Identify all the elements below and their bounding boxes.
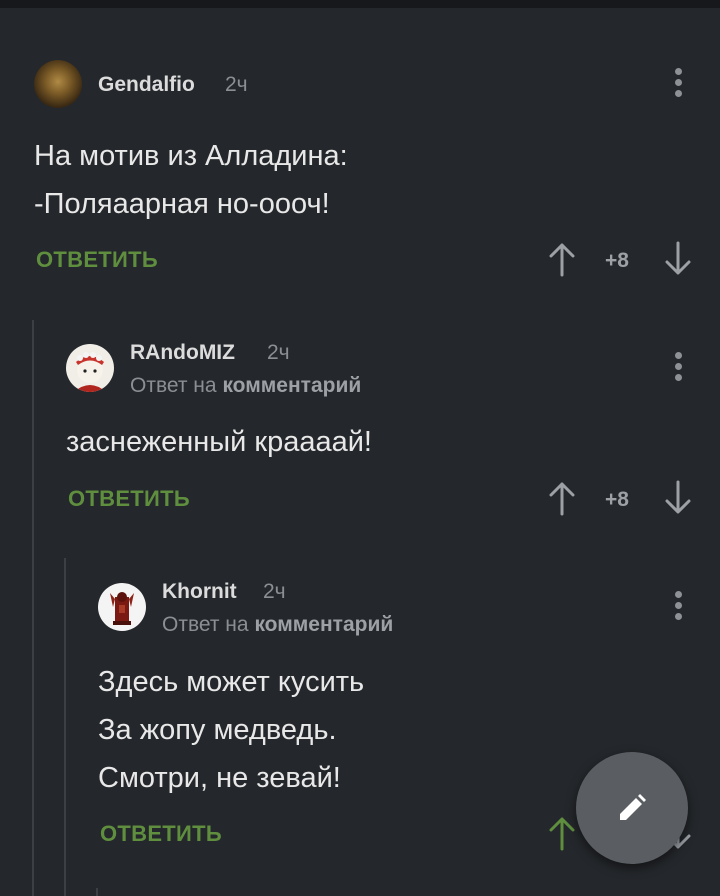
avatar[interactable] <box>66 344 114 392</box>
comment-text-line: Здесь может кусить <box>98 666 365 698</box>
comment-text-line: -Поляаарная но-оооч! <box>34 188 330 220</box>
reply-to-prefix: Ответ на <box>162 613 249 636</box>
comment-author[interactable]: Gendalfio <box>98 73 195 97</box>
vote-score: +8 <box>605 488 629 511</box>
reply-to-info: Ответ на комментарий <box>130 374 361 398</box>
comment-text-line: За жопу медведь. <box>98 714 337 746</box>
arrow-up-icon[interactable] <box>547 480 577 516</box>
thread-line-level-2[interactable] <box>64 558 66 896</box>
reply-to-link[interactable]: комментарий <box>222 374 361 397</box>
comment-text-line: На мотив из Алладина: <box>34 140 348 172</box>
reply-button[interactable]: ОТВЕТИТЬ <box>36 247 158 273</box>
thread-line-level-3[interactable] <box>96 888 98 896</box>
comment-author[interactable]: RAndoMIZ <box>130 341 235 365</box>
arrow-down-icon[interactable] <box>663 241 693 277</box>
vote-score: +8 <box>605 249 629 272</box>
reply-to-info: Ответ на комментарий <box>162 613 393 637</box>
write-comment-button[interactable] <box>576 752 688 864</box>
reply-button[interactable]: ОТВЕТИТЬ <box>100 821 222 847</box>
reply-to-link[interactable]: комментарий <box>254 613 393 636</box>
comment-author[interactable]: Khornit <box>162 580 237 604</box>
top-bar <box>0 0 720 8</box>
kebab-icon[interactable] <box>668 68 688 102</box>
comment-time: 2ч <box>267 341 290 364</box>
thread-line-level-1[interactable] <box>32 320 34 896</box>
reply-to-prefix: Ответ на <box>130 374 217 397</box>
comment-time: 2ч <box>263 580 286 603</box>
arrow-down-icon[interactable] <box>663 480 693 516</box>
pencil-icon <box>620 794 646 820</box>
kebab-icon[interactable] <box>668 352 688 386</box>
arrow-up-icon[interactable] <box>547 241 577 277</box>
reply-button[interactable]: ОТВЕТИТЬ <box>68 486 190 512</box>
avatar[interactable] <box>98 583 146 631</box>
comment-text-line: Смотри, не зевай! <box>98 762 341 794</box>
comment-text-line: заснеженный краааай! <box>66 426 372 458</box>
kebab-icon[interactable] <box>668 591 688 625</box>
comment-time: 2ч <box>225 73 248 96</box>
avatar[interactable] <box>34 60 82 108</box>
arrow-up-icon[interactable] <box>547 815 577 851</box>
